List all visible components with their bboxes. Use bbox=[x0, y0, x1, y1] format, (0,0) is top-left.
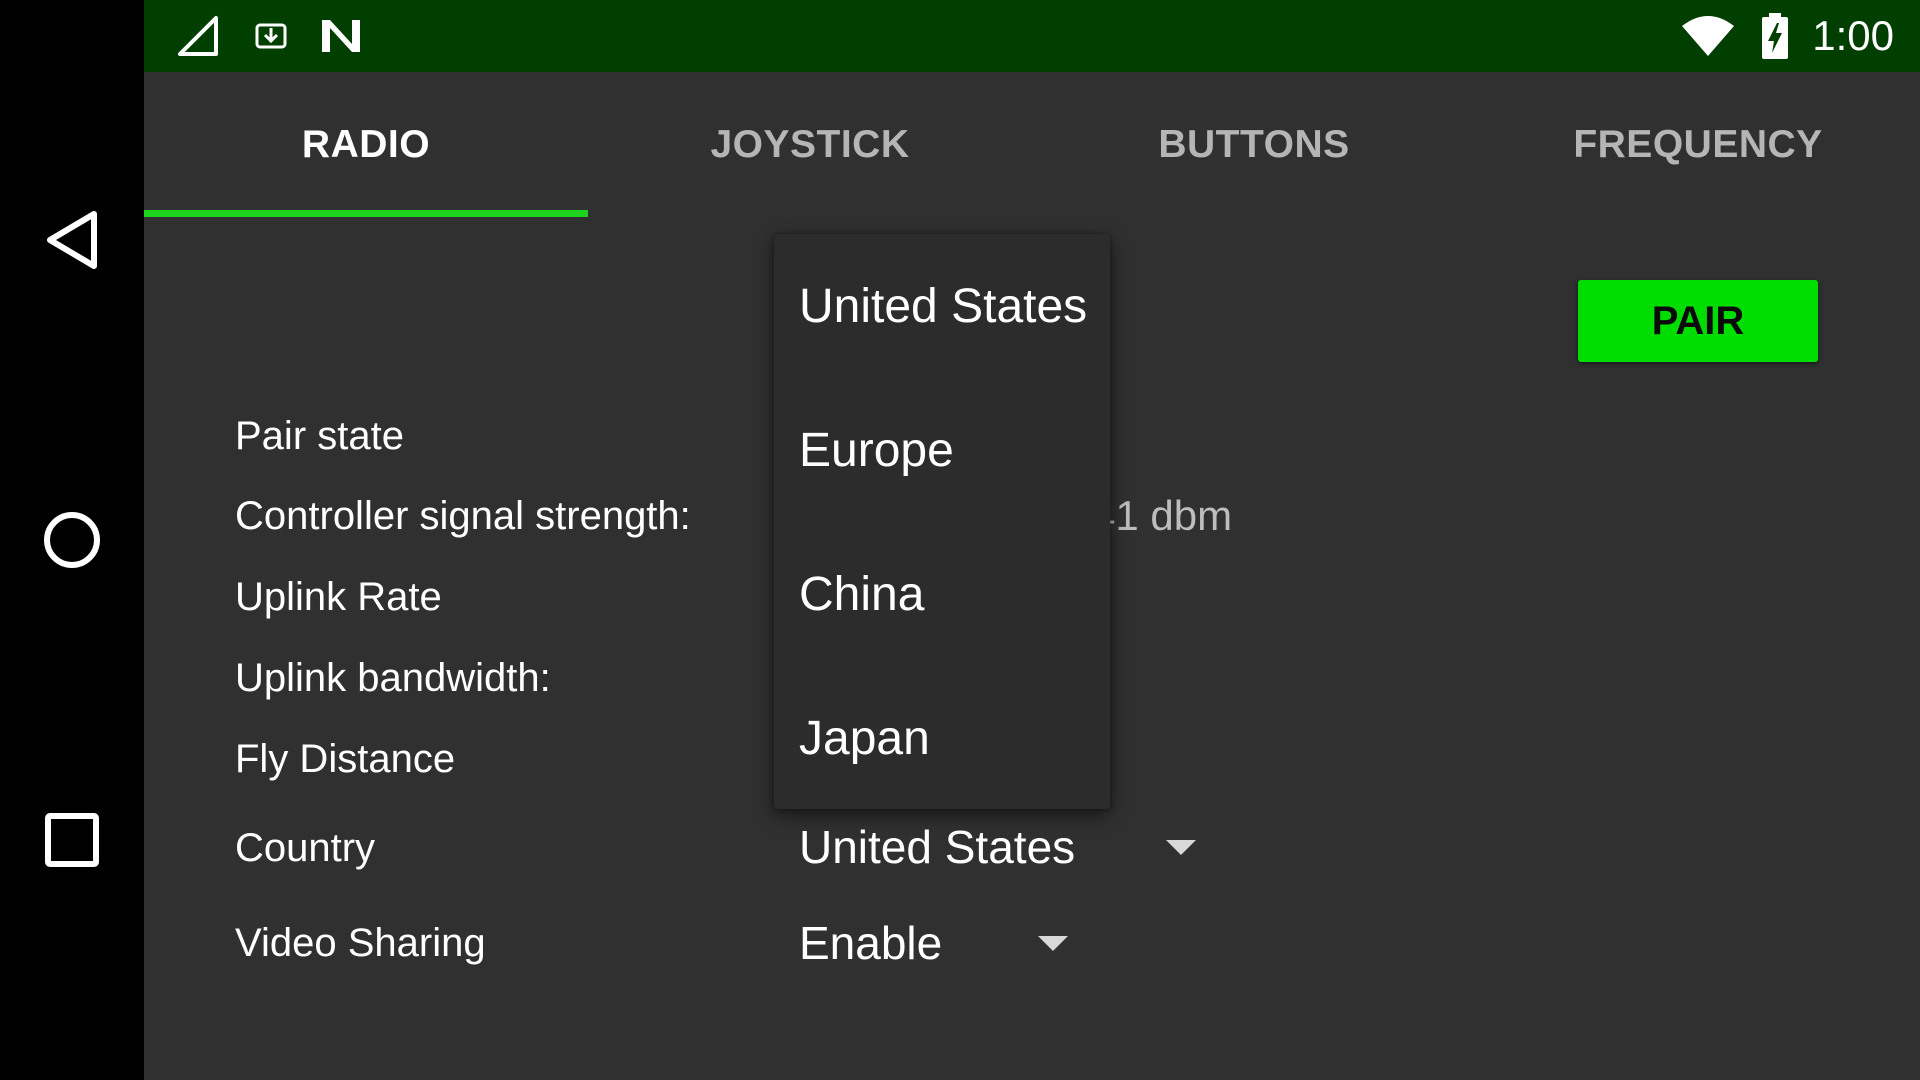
navigation-bar bbox=[0, 0, 144, 1080]
uplink-rate-label: Uplink Rate bbox=[235, 575, 442, 619]
pair-button[interactable]: PAIR bbox=[1578, 280, 1818, 362]
dropdown-option-japan[interactable]: Japan bbox=[799, 711, 930, 767]
signal-strength-label: Controller signal strength: bbox=[235, 494, 691, 538]
fly-distance-label: Fly Distance bbox=[235, 737, 456, 781]
country-label: Country bbox=[235, 826, 376, 870]
pair-state-label: Pair state bbox=[235, 414, 404, 458]
status-bar: 1:00 bbox=[144, 0, 1920, 72]
uplink-bandwidth-label: Uplink bandwidth: bbox=[235, 656, 551, 700]
tab-radio[interactable]: RADIO bbox=[144, 72, 588, 218]
video-sharing-selected-value[interactable]: Enable bbox=[799, 916, 942, 970]
tab-joystick[interactable]: JOYSTICK bbox=[588, 72, 1032, 218]
chevron-down-icon[interactable] bbox=[1038, 936, 1068, 951]
country-selected-value[interactable]: United States bbox=[799, 820, 1075, 874]
signal-strength-value: 41 dbm bbox=[1092, 492, 1233, 539]
dropdown-option-united-states[interactable]: United States bbox=[799, 279, 1087, 335]
dropdown-option-europe[interactable]: Europe bbox=[799, 423, 954, 479]
video-sharing-label: Video Sharing bbox=[235, 921, 486, 965]
dropdown-option-china[interactable]: China bbox=[799, 567, 924, 623]
wifi-icon bbox=[1680, 14, 1736, 58]
tab-bar: RADIO JOYSTICK BUTTONS FREQUENCY bbox=[144, 72, 1920, 218]
signal-icon bbox=[176, 14, 220, 58]
chevron-down-icon[interactable] bbox=[1166, 840, 1196, 855]
home-icon[interactable] bbox=[32, 500, 112, 580]
tab-frequency[interactable]: FREQUENCY bbox=[1476, 72, 1920, 218]
battery-charging-icon bbox=[1760, 13, 1790, 59]
status-time: 1:00 bbox=[1812, 12, 1894, 59]
country-dropdown-menu: United States Europe China Japan bbox=[774, 234, 1110, 809]
download-icon bbox=[254, 14, 288, 58]
n-logo-icon bbox=[318, 14, 364, 58]
tab-indicator bbox=[144, 210, 588, 217]
recents-icon[interactable] bbox=[32, 800, 112, 880]
tab-buttons[interactable]: BUTTONS bbox=[1032, 72, 1476, 218]
back-icon[interactable] bbox=[32, 200, 112, 280]
